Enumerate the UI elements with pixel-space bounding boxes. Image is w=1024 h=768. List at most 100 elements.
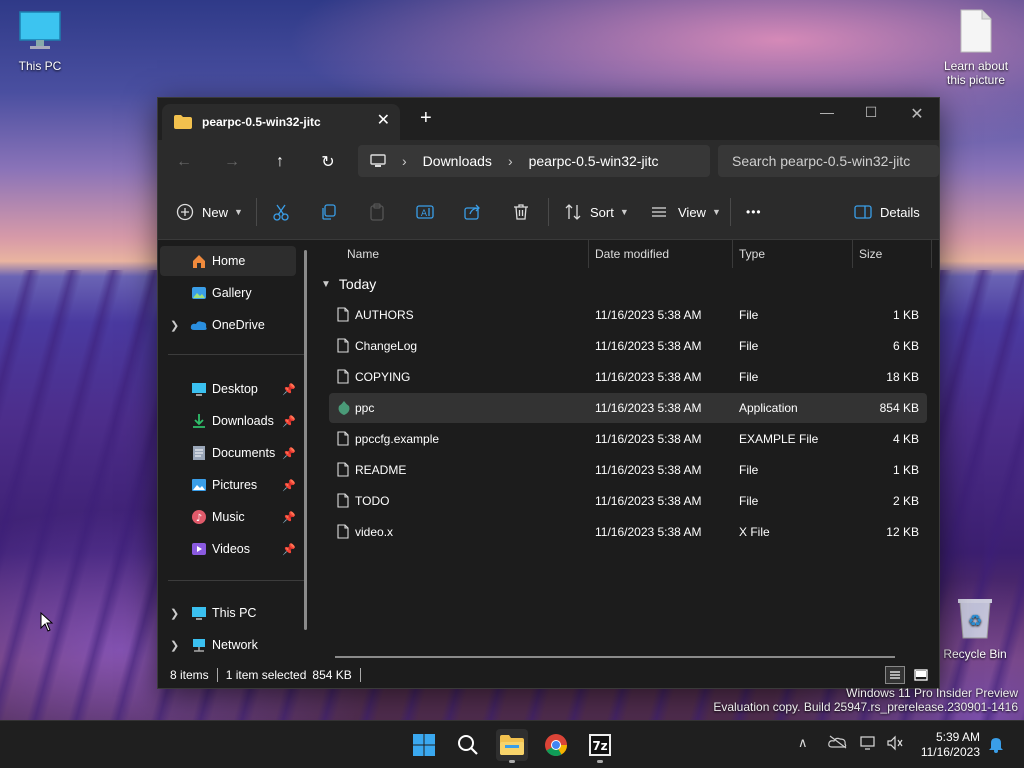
start-button[interactable]: [408, 729, 440, 761]
show-hidden-icons-chevron-icon[interactable]: ∧: [798, 735, 808, 751]
delete-button[interactable]: [512, 200, 530, 224]
download-icon: [190, 412, 208, 430]
sidebar-item-label: Music: [212, 510, 245, 524]
notification-bell-icon[interactable]: [988, 735, 1004, 756]
desktop-icon-this-pc[interactable]: This PC: [0, 10, 80, 73]
desktop-icon-learn-about-picture[interactable]: Learn about this picture: [936, 8, 1016, 87]
file-date: 11/16/2023 5:38 AM: [595, 401, 702, 415]
pin-icon[interactable]: 📌: [282, 479, 296, 492]
item-count: 8 items: [170, 668, 209, 682]
expand-chevron-icon[interactable]: ❯: [170, 607, 179, 620]
sidebar-item-pictures[interactable]: Pictures 📌: [160, 470, 296, 500]
search-input[interactable]: Search pearpc-0.5-win32-jitc: [718, 145, 939, 177]
status-divider: [216, 668, 218, 682]
sidebar-divider: [168, 354, 304, 355]
group-header-today[interactable]: ▼ Today: [321, 276, 376, 292]
column-divider[interactable]: [852, 240, 853, 268]
search-icon: [458, 735, 478, 755]
minimize-icon[interactable]: —: [812, 104, 842, 120]
more-options-button[interactable]: •••: [746, 200, 762, 224]
rename-button[interactable]: A: [416, 200, 434, 224]
close-window-icon[interactable]: ✕: [902, 104, 932, 124]
column-header-name[interactable]: Name: [347, 240, 379, 268]
pin-icon[interactable]: 📌: [282, 543, 296, 556]
sidebar-item-onedrive[interactable]: ❯ OneDrive: [160, 310, 296, 340]
file-row[interactable]: video.x 11/16/2023 5:38 AM X File 12 KB: [329, 517, 927, 547]
new-tab-icon[interactable]: +: [420, 108, 432, 128]
tab-active[interactable]: pearpc-0.5-win32-jitc ✕: [162, 104, 400, 140]
sidebar-scrollbar[interactable]: [304, 250, 307, 630]
forward-arrow-icon[interactable]: →: [220, 150, 244, 174]
taskbar-7zip[interactable]: 7z: [584, 729, 616, 763]
sidebar-item-network[interactable]: ❯ Network: [160, 630, 296, 660]
running-indicator: [597, 760, 603, 763]
taskbar-chrome[interactable]: [540, 729, 572, 761]
file-type: File: [739, 308, 759, 322]
pictures-icon: [190, 476, 208, 494]
videos-icon: [190, 540, 208, 558]
breadcrumb-current-folder[interactable]: pearpc-0.5-win32-jitc: [529, 153, 659, 169]
view-button[interactable]: View ▼: [650, 200, 721, 224]
document-icon: [960, 9, 992, 53]
maximize-icon[interactable]: ☐: [856, 104, 886, 121]
new-button[interactable]: New ▼: [176, 200, 243, 224]
back-arrow-icon[interactable]: ←: [172, 150, 196, 174]
file-row[interactable]: AUTHORS 11/16/2023 5:38 AM File 1 KB: [329, 300, 927, 330]
monitor-icon: [19, 11, 61, 49]
system-clock[interactable]: 5:39 AM 11/16/2023: [921, 730, 980, 760]
pin-icon[interactable]: 📌: [282, 511, 296, 524]
column-divider[interactable]: [732, 240, 733, 268]
more-options-icon: •••: [746, 205, 762, 219]
copy-icon: [322, 204, 336, 220]
column-divider[interactable]: [931, 240, 932, 268]
file-row[interactable]: TODO 11/16/2023 5:38 AM File 2 KB: [329, 486, 927, 516]
sidebar-item-music[interactable]: ♪ Music 📌: [160, 502, 296, 532]
details-pane-button[interactable]: Details: [854, 200, 920, 224]
column-divider[interactable]: [588, 240, 589, 268]
taskbar-file-explorer[interactable]: [496, 729, 528, 763]
pin-icon[interactable]: 📌: [282, 383, 296, 396]
file-row[interactable]: ppc 11/16/2023 5:38 AM Application 854 KB: [329, 393, 927, 423]
share-button[interactable]: [464, 200, 482, 224]
volume-muted-icon[interactable]: [886, 735, 904, 754]
view-label: View: [678, 204, 706, 220]
expand-chevron-icon[interactable]: ❯: [170, 639, 179, 652]
tiles-view-toggle[interactable]: [911, 666, 931, 684]
computer-icon: [190, 604, 208, 622]
sidebar-item-home[interactable]: Home: [160, 246, 296, 276]
expand-chevron-icon[interactable]: ❯: [170, 319, 179, 332]
sidebar-item-this-pc[interactable]: ❯ This PC: [160, 598, 296, 628]
desktop-icon-recycle-bin[interactable]: ♻ Recycle Bin: [935, 596, 1015, 661]
pin-icon[interactable]: 📌: [282, 415, 296, 428]
search-button[interactable]: [452, 729, 484, 761]
details-view-toggle[interactable]: [885, 666, 905, 684]
file-row[interactable]: README 11/16/2023 5:38 AM File 1 KB: [329, 455, 927, 485]
tab-close-icon[interactable]: ✕: [377, 113, 390, 129]
onedrive-tray-icon[interactable]: [828, 735, 848, 752]
address-bar[interactable]: › Downloads › pearpc-0.5-win32-jitc: [358, 145, 710, 177]
rename-icon: A: [416, 205, 434, 219]
file-row[interactable]: COPYING 11/16/2023 5:38 AM File 18 KB: [329, 362, 927, 392]
horizontal-scrollbar[interactable]: [335, 656, 895, 658]
paste-button[interactable]: [368, 200, 386, 224]
cut-button[interactable]: [272, 200, 290, 224]
breadcrumb-downloads[interactable]: Downloads: [423, 153, 492, 169]
file-row[interactable]: ppccfg.example 11/16/2023 5:38 AM EXAMPLE …: [329, 424, 927, 454]
file-type: Application: [739, 401, 798, 415]
copy-button[interactable]: [320, 200, 338, 224]
sidebar-item-downloads[interactable]: Downloads 📌: [160, 406, 296, 436]
column-header-type[interactable]: Type: [739, 240, 765, 268]
column-header-size[interactable]: Size: [859, 240, 882, 268]
network-tray-icon[interactable]: [860, 735, 878, 754]
file-row[interactable]: ChangeLog 11/16/2023 5:38 AM File 6 KB: [329, 331, 927, 361]
sort-button[interactable]: Sort ▼: [564, 200, 629, 224]
up-arrow-icon[interactable]: ↑: [268, 150, 292, 174]
column-header-date[interactable]: Date modified: [595, 240, 669, 268]
sidebar-item-gallery[interactable]: Gallery: [160, 278, 296, 308]
sidebar-item-documents[interactable]: Documents 📌: [160, 438, 296, 468]
pin-icon[interactable]: 📌: [282, 447, 296, 460]
sidebar-item-desktop[interactable]: Desktop 📌: [160, 374, 296, 404]
chevron-down-icon: ▼: [711, 207, 721, 217]
refresh-icon[interactable]: ↻: [316, 150, 340, 174]
sidebar-item-videos[interactable]: Videos 📌: [160, 534, 296, 564]
